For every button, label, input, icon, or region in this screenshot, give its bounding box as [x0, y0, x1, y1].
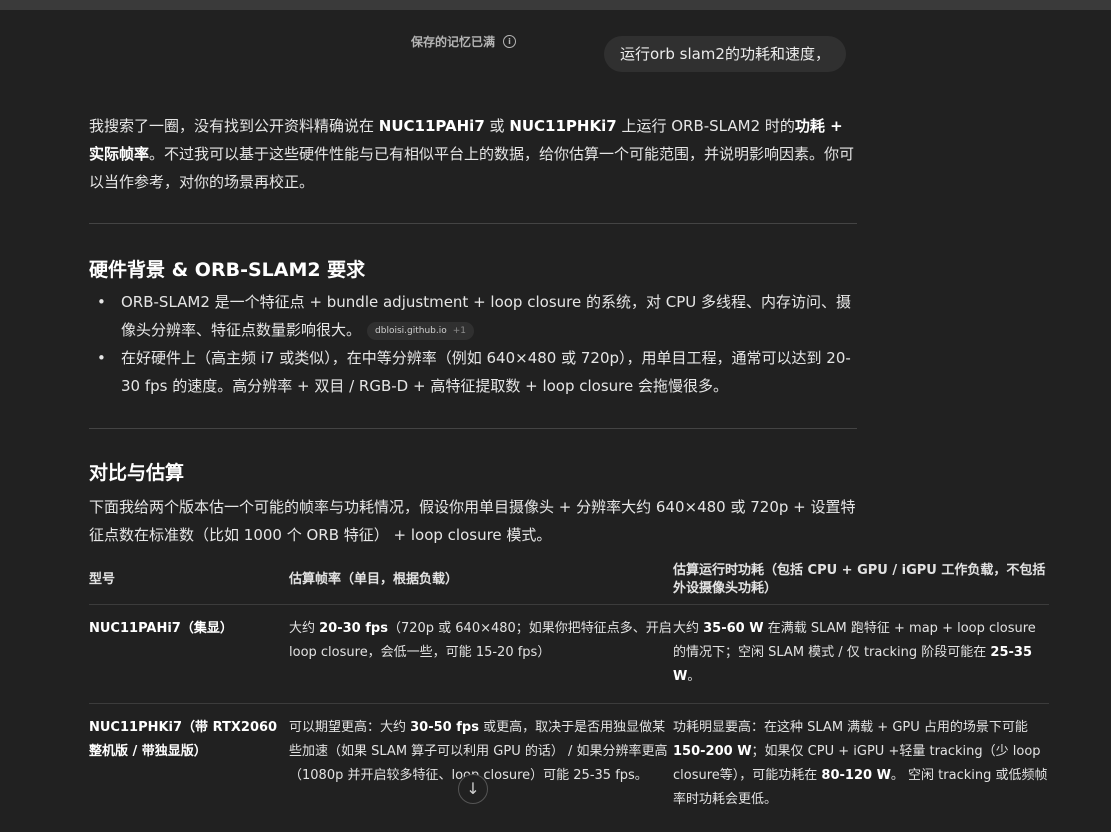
cell-model: NUC11PHKi7（带 RTX2060 整机版 / 带独显版） [89, 720, 278, 759]
cell-bold: 80-120 W [821, 768, 891, 783]
cell-bold: 35-60 W [703, 621, 764, 636]
intro-text: 我搜索了一圈，没有找到公开资料精确说在 [89, 117, 379, 135]
cell-text: 大约 [673, 621, 704, 636]
table-row: NUC11PHKi7（带 RTX2060 整机版 / 带独显版） 可以期望更高：… [89, 704, 1049, 826]
list-item: 在好硬件上（高主频 i7 或类似），在中等分辨率（例如 640×480 或 72… [89, 344, 857, 400]
arrow-down-icon[interactable]: ↓ [458, 774, 488, 804]
header-model: 型号 [89, 572, 116, 587]
cell-power: 大约 35-60 W 在满载 SLAM 跑特征 + map + loop clo… [673, 605, 1049, 703]
cell-text: 。 [687, 669, 701, 684]
hardware-bullet-list: ORB-SLAM2 是一个特征点 + bundle adjustment + l… [89, 288, 857, 400]
intro-paragraph: 我搜索了一圈，没有找到公开资料精确说在 NUC11PAHi7 或 NUC11PH… [89, 112, 857, 196]
user-message-bubble: 运行orb slam2的功耗和速度， [604, 36, 846, 72]
intro-bold: NUC11PHKi7 [509, 117, 617, 135]
comparison-intro: 下面我给两个版本估一个可能的帧率与功耗情况，假设你用单目摄像头 + 分辨率大约 … [89, 498, 856, 544]
intro-text: 上运行 ORB-SLAM2 时的 [616, 117, 795, 135]
top-bar [0, 0, 1111, 10]
section-title-hardware: 硬件背景 & ORB-SLAM2 要求 [89, 259, 366, 281]
cell-text: 功耗明显要高：在这种 SLAM 满载 + GPU 占用的场景下可能 [673, 720, 1028, 735]
estimate-table: 型号 估算帧率（单目，根据负载） 估算运行时功耗（包括 CPU + GPU / … [89, 556, 1049, 826]
cell-fps: 大约 20-30 fps（720p 或 640×480；如果你把特征点多、开启 … [289, 605, 673, 703]
cell-fps: 可以期望更高：大约 30-50 fps 或更高，取决于是否用独显做某些加速（如果… [289, 704, 673, 826]
divider [89, 428, 857, 429]
source-badge[interactable]: dbloisi.github.io +1 [367, 321, 475, 340]
cell-bold: 150-200 W [673, 744, 752, 759]
header-power: 估算运行时功耗（包括 CPU + GPU / iGPU 工作负载，不包括外设摄像… [673, 563, 1046, 596]
intro-bold: NUC11PAHi7 [378, 117, 485, 135]
info-icon[interactable]: i [503, 35, 517, 48]
cell-text: 可以期望更高：大约 [289, 720, 411, 735]
table-header-row: 型号 估算帧率（单目，根据负载） 估算运行时功耗（包括 CPU + GPU / … [89, 556, 1049, 605]
list-item: ORB-SLAM2 是一个特征点 + bundle adjustment + l… [89, 288, 857, 344]
assistant-response: 我搜索了一圈，没有找到公开资料精确说在 NUC11PAHi7 或 NUC11PH… [89, 112, 857, 224]
intro-text: 。不过我可以基于这些硬件性能与已有相似平台上的数据，给你估算一个可能范围，并说明… [89, 145, 855, 191]
source-site: dbloisi.github.io [375, 325, 447, 336]
section-title-comparison: 对比与估算 [89, 462, 185, 484]
cell-bold: 20-30 fps [319, 621, 388, 636]
divider [89, 223, 857, 224]
table-row: NUC11PAHi7（集显） 大约 20-30 fps（720p 或 640×4… [89, 605, 1049, 704]
cell-model: NUC11PAHi7（集显） [89, 621, 233, 636]
cell-power: 功耗明显要高：在这种 SLAM 满载 + GPU 占用的场景下可能 150-20… [673, 704, 1049, 826]
cell-text: 大约 [289, 621, 320, 636]
cell-bold: 30-50 fps [410, 720, 479, 735]
memory-full-notice[interactable]: 保存的记忆已满 i [411, 33, 517, 50]
bullet-text: ORB-SLAM2 是一个特征点 + bundle adjustment + l… [121, 293, 852, 339]
bullet-text: 在好硬件上（高主频 i7 或类似），在中等分辨率（例如 640×480 或 72… [121, 349, 851, 395]
memory-note-text: 保存的记忆已满 [411, 35, 496, 49]
source-more-count: +1 [452, 325, 467, 336]
intro-text: 或 [484, 117, 510, 135]
header-fps: 估算帧率（单目，根据负载） [289, 572, 459, 587]
